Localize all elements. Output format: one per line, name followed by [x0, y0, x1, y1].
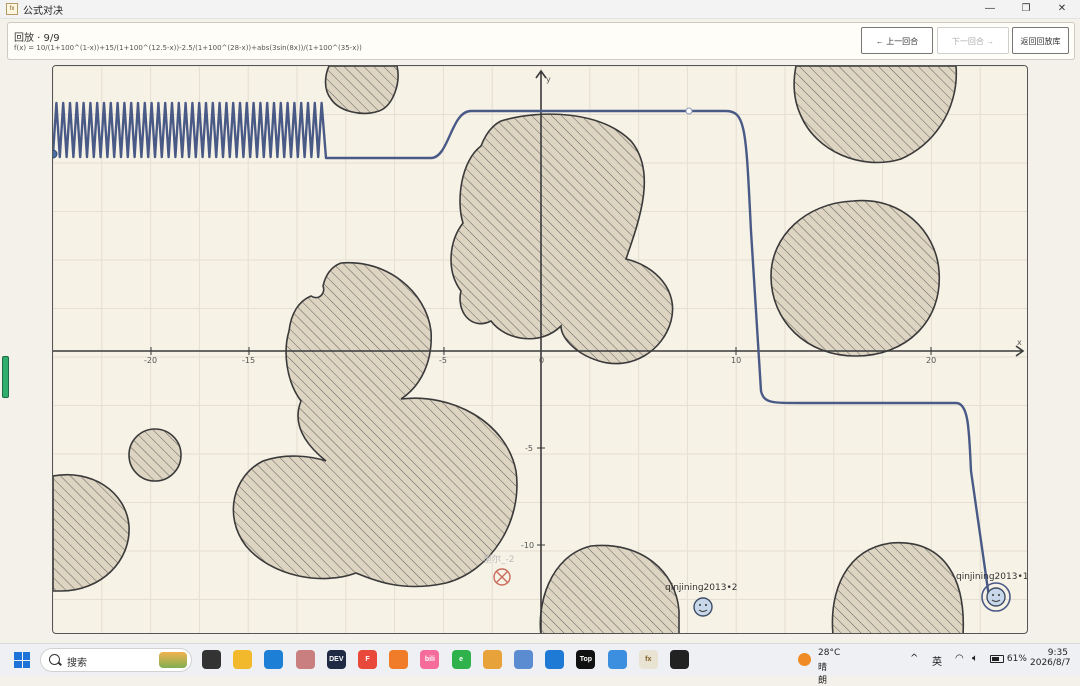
volume-icon[interactable]: 🔈︎	[972, 653, 978, 685]
weather-temp: 28°C	[818, 648, 841, 658]
clock[interactable]: 9:35 2026/8/7	[1030, 648, 1071, 680]
y-tick-label: -10	[521, 541, 534, 550]
bilibili-icon[interactable]: bili	[420, 650, 440, 669]
top-app-icon[interactable]: Top	[576, 650, 596, 669]
player-avatar	[693, 597, 713, 617]
player-eliminated	[493, 568, 511, 586]
restore-icon[interactable]: ❐	[1008, 0, 1044, 18]
notepad-icon[interactable]	[607, 650, 627, 669]
minimize-icon[interactable]: —	[972, 0, 1008, 18]
start-button[interactable]	[14, 652, 30, 668]
x-tick-label: 20	[926, 356, 936, 365]
e-app-icon[interactable]: e	[451, 650, 471, 669]
notes-app-icon[interactable]	[482, 650, 502, 669]
x-axis-label: x	[1017, 338, 1022, 347]
app-icon: fx	[6, 3, 18, 15]
dev-icon[interactable]: DEV	[326, 650, 346, 669]
sun-icon	[798, 653, 811, 666]
player-avatar-active	[981, 582, 1011, 612]
f-app-icon[interactable]: F	[358, 650, 377, 669]
player-label: 墨尔_-2	[483, 555, 515, 565]
search-icon	[49, 654, 60, 665]
obstacle	[539, 544, 680, 633]
obstacle	[793, 66, 958, 164]
side-scroll-indicator[interactable]	[2, 356, 9, 398]
y-tick-label: -5	[525, 444, 533, 453]
battery-icon	[990, 654, 1004, 663]
trajectory-marker	[685, 107, 693, 115]
task-view-icon[interactable]	[202, 650, 221, 669]
obstacle	[128, 428, 182, 482]
prev-round-button[interactable]: ← 上一回合	[861, 27, 933, 54]
replay-header: 回放 · 9/9 f(x) = 10/(1+100^(1-x))+15/(1+1…	[7, 22, 1075, 60]
vscode-icon[interactable]	[545, 650, 565, 669]
obstacle	[831, 542, 965, 633]
x-tick-label: 10	[731, 356, 741, 365]
search-placeholder: 搜索	[67, 658, 87, 669]
taskbar-search[interactable]: 搜索	[40, 648, 192, 672]
file-explorer-icon[interactable]	[233, 650, 253, 669]
wifi-icon[interactable]: ◠	[955, 653, 964, 685]
obstacle	[53, 473, 130, 592]
taskbar: 搜索 DEV Fbili e Top fx 28°C 晴朗 ^ 英 ◠ 🔈︎ 61% 9…	[0, 643, 1080, 686]
game-board: x y -20 -15 -5 0 10 20 -5 -10 墨尔_-2 qinj…	[52, 65, 1028, 634]
x-tick-label: 0	[539, 356, 544, 365]
obstacle	[450, 113, 674, 365]
back-to-library-button[interactable]: 返回回放库	[1012, 27, 1069, 54]
window-titlebar: fx 公式对决 — ❐ ✕	[0, 0, 1080, 19]
battery-percent: 61%	[1006, 654, 1027, 664]
y-axis-label: y	[546, 75, 551, 84]
slash-app-icon[interactable]	[389, 650, 409, 669]
weather-desc: 晴朗	[818, 663, 828, 686]
ime-indicator[interactable]: 英	[932, 653, 942, 685]
formula-app-icon[interactable]: fx	[638, 650, 658, 669]
obstacle	[324, 66, 399, 115]
battery-status[interactable]: 61%	[990, 654, 1027, 686]
close-icon[interactable]: ✕	[1044, 0, 1080, 18]
x-tick-label: -20	[144, 356, 157, 365]
window-controls: — ❐ ✕	[972, 0, 1080, 18]
avatar-app-icon[interactable]	[295, 650, 315, 669]
gear-app-icon[interactable]	[514, 650, 533, 669]
replay-title: 回放 · 9/9	[14, 33, 60, 44]
player-label: qinjining2013•1	[956, 572, 1028, 582]
x-tick-label: -15	[242, 356, 255, 365]
player-label: qinjining2013•2	[665, 583, 738, 593]
x-tick-label: -5	[439, 356, 447, 365]
search-highlight-image	[159, 652, 187, 668]
clock-date: 2026/8/7	[1030, 658, 1071, 668]
board-canvas: x y -20 -15 -5 0 10 20 -5 -10	[53, 66, 1027, 633]
clock-time: 9:35	[1047, 648, 1068, 658]
chevron-up-icon[interactable]: ^	[910, 653, 918, 685]
formula-text: f(x) = 10/(1+100^(1-x))+15/(1+100^(12.5-…	[14, 44, 362, 52]
next-round-button[interactable]: 下一回合 →	[937, 27, 1009, 54]
edge-icon[interactable]	[264, 650, 284, 669]
window-title: 公式对决	[23, 5, 63, 17]
trajectory-start-point	[53, 149, 58, 159]
obstacle	[770, 199, 941, 357]
qq-icon[interactable]	[670, 650, 689, 669]
